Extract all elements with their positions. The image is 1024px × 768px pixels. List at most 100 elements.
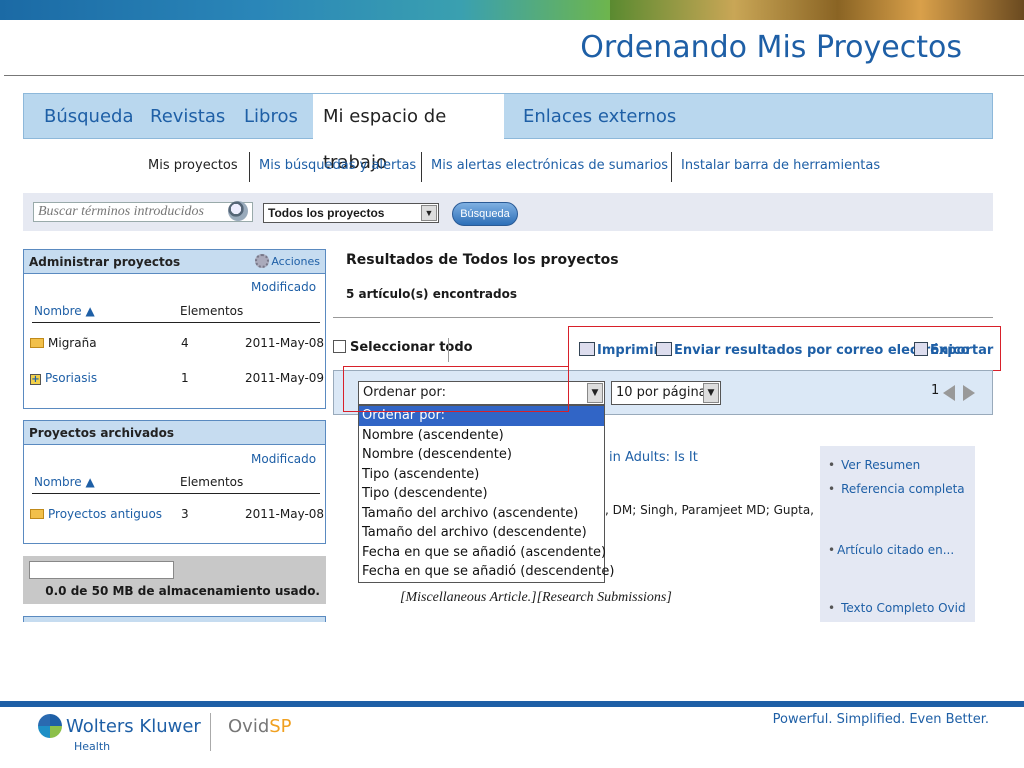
article-type: [Miscellaneous Article.][Research Submis… <box>400 590 672 605</box>
search-icon[interactable] <box>228 201 248 221</box>
storage-usage-bar <box>29 561 174 579</box>
sort-option[interactable]: Nombre (ascendente) <box>359 426 604 446</box>
product-name-a: Ovid <box>228 716 270 737</box>
gear-icon <box>255 254 270 268</box>
tab-enlaces-externos[interactable]: Enlaces externos <box>513 94 686 140</box>
subnav-divider <box>249 152 250 182</box>
slide-title: Ordenando Mis Proyectos <box>580 30 962 65</box>
search-input[interactable]: Buscar términos introducidos <box>33 202 253 222</box>
chevron-down-icon[interactable]: ▼ <box>703 383 719 403</box>
per-page-select[interactable]: 10 por página ▼ <box>611 381 721 405</box>
banner-photo <box>610 0 1024 20</box>
expand-plus-icon[interactable]: + <box>30 374 41 385</box>
subnav-mis-proyectos[interactable]: Mis proyectos <box>148 152 238 180</box>
chevron-down-icon[interactable]: ▼ <box>421 205 437 221</box>
select-all-label: Seleccionar todo <box>350 340 473 355</box>
full-text-link[interactable]: • Texto Completo Ovid <box>828 601 966 615</box>
product-logo: OvidSP <box>228 716 292 737</box>
cited-in-label: Artículo citado en... <box>837 543 955 557</box>
highlight-box-sort <box>343 366 569 412</box>
toolbar-divider <box>448 338 449 362</box>
actions-label: Acciones <box>271 255 320 268</box>
subnav-divider <box>421 152 422 182</box>
project-name: Psoriasis <box>45 371 98 385</box>
previous-page-icon[interactable] <box>943 385 955 401</box>
folder-icon <box>30 338 44 348</box>
tab-mi-espacio-de-trabajo[interactable]: Mi espacio de trabajo <box>313 94 504 173</box>
sort-modified-link[interactable]: Modificado <box>251 280 316 294</box>
per-page-value: 10 por página <box>616 385 707 400</box>
folder-icon <box>30 509 44 519</box>
project-date: 2011-May-08 <box>245 336 325 350</box>
full-reference-label: Referencia completa <box>841 482 965 496</box>
sort-option[interactable]: Fecha en que se añadió (descendente) <box>359 562 614 582</box>
subnav-barra-herramientas[interactable]: Instalar barra de herramientas <box>681 152 880 180</box>
elements-header: Elementos <box>180 304 244 318</box>
results-title: Resultados de Todos los proyectos <box>346 252 619 268</box>
sort-option[interactable]: Tamaño del archivo (ascendente) <box>359 504 604 524</box>
results-count: 5 artículo(s) encontrados <box>346 287 518 301</box>
chevron-down-icon[interactable]: ▼ <box>587 383 603 403</box>
project-date: 2011-May-09 <box>245 371 325 385</box>
project-scope-value: Todos los proyectos <box>268 206 385 220</box>
cited-in-link[interactable]: • Artículo citado en... <box>828 543 954 557</box>
select-all[interactable]: Seleccionar todo <box>333 340 473 355</box>
next-page-icon[interactable] <box>963 385 975 401</box>
search-bar: Buscar términos introducidos Todos los p… <box>23 193 993 231</box>
footer-divider <box>0 701 1024 707</box>
project-count: 1 <box>181 371 189 385</box>
project-scope-select[interactable]: Todos los proyectos ▼ <box>263 203 439 223</box>
project-count: 3 <box>181 507 189 521</box>
title-divider <box>4 75 1024 76</box>
wolters-kluwer-logo-icon <box>38 714 62 738</box>
full-reference-link[interactable]: • Referencia completa <box>828 482 965 496</box>
sub-nav: Mis proyectos Mis búsquedas y alertas Mi… <box>0 152 1024 182</box>
header-rule <box>32 322 320 323</box>
tab-libros[interactable]: Libros <box>234 94 308 140</box>
subnav-divider <box>671 152 672 182</box>
sort-option[interactable]: Nombre (descendente) <box>359 445 604 465</box>
panel-partial <box>23 616 326 622</box>
elements-header: Elementos <box>180 475 244 489</box>
project-name: Migraña <box>48 336 97 350</box>
subnav-mis-busquedas[interactable]: Mis búsquedas y alertas <box>259 152 416 180</box>
sort-name-link[interactable]: Nombre ▲ <box>34 475 95 489</box>
brand-subtitle: Health <box>74 740 111 753</box>
page-number: 1 <box>931 383 940 398</box>
article-title[interactable]: in Adults: Is It <box>609 450 698 465</box>
article-authors: , DM; Singh, Paramjeet MD; Gupta, <box>605 503 814 517</box>
select-all-checkbox[interactable] <box>333 340 346 353</box>
tagline: Powerful. Simplified. Even Better. <box>772 712 989 727</box>
sort-option[interactable]: Tamaño del archivo (descendente) <box>359 523 604 543</box>
project-name: Proyectos antiguos <box>48 507 163 521</box>
sort-modified-link[interactable]: Modificado <box>251 452 316 466</box>
manage-projects-panel: Administrar proyectos Acciones Modificad… <box>23 249 326 409</box>
article-links-box: • Ver Resumen • Referencia completa • Artíc… <box>820 446 975 622</box>
panel-title: Administrar proyectos Acciones <box>24 250 325 274</box>
archived-projects-panel: Proyectos archivados Modificado Nombre ▲… <box>23 420 326 544</box>
project-count: 4 <box>181 336 189 350</box>
sort-option[interactable]: Tipo (descendente) <box>359 484 604 504</box>
main-nav: Búsqueda Revistas Libros Mi espacio de t… <box>23 93 993 173</box>
tab-revistas[interactable]: Revistas <box>140 94 235 140</box>
panel-title: Proyectos archivados <box>24 421 325 445</box>
project-row[interactable]: + Psoriasis <box>30 371 97 385</box>
project-row[interactable]: Proyectos antiguos <box>30 507 162 521</box>
project-date: 2011-May-08 <box>245 507 325 521</box>
sort-option[interactable]: Fecha en que se añadió (ascendente) <box>359 543 606 563</box>
project-row[interactable]: Migraña <box>30 336 97 350</box>
full-text-label: Texto Completo Ovid <box>841 601 966 615</box>
tab-busqueda[interactable]: Búsqueda <box>34 94 144 140</box>
sort-name-link[interactable]: Nombre ▲ <box>34 304 95 318</box>
footer-separator <box>210 713 211 751</box>
subnav-alertas-sumarios[interactable]: Mis alertas electrónicas de sumarios <box>431 152 668 180</box>
actions-link[interactable]: Acciones <box>255 250 320 274</box>
storage-box: 0.0 de 50 MB de almacenamiento usado. <box>23 556 326 604</box>
sort-option[interactable]: Tipo (ascendente) <box>359 465 604 485</box>
search-button[interactable]: Búsqueda <box>452 202 518 226</box>
brand-name: Wolters Kluwer <box>66 716 201 737</box>
results-divider <box>333 317 993 318</box>
view-summary-label: Ver Resumen <box>841 458 921 472</box>
storage-usage-text: 0.0 de 50 MB de almacenamiento usado. <box>45 584 320 598</box>
view-summary-link[interactable]: • Ver Resumen <box>828 458 920 472</box>
